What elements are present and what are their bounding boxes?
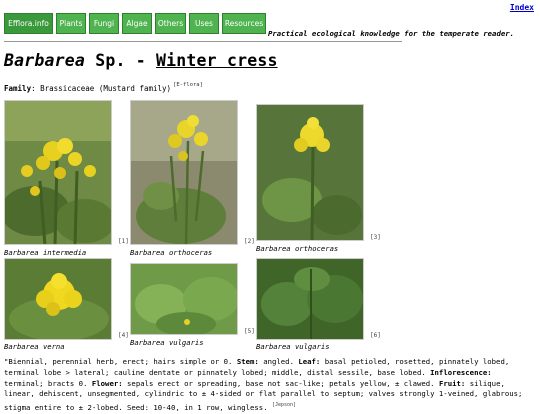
title-sp: Sp. - <box>85 51 157 70</box>
desc-intro: "Biennial, perennial herb, erect; hairs … <box>4 357 237 366</box>
desc-fruit-label: Fruit: <box>438 378 466 388</box>
plant-photo <box>5 101 111 244</box>
desc-inflorescence: terminal; bracts 0. <box>4 378 92 388</box>
photo-ref[interactable]: [5] <box>244 328 255 335</box>
photo-barbarea-intermedia[interactable] <box>4 100 112 245</box>
family-ref[interactable]: [E-flora] <box>173 82 203 88</box>
desc-inflorescence-label: Inflorescence: <box>430 367 492 377</box>
desc-flower: sepals erect or spreading, base not sac-… <box>122 378 439 388</box>
photo-caption: Barbarea orthoceras <box>256 244 339 253</box>
family-line: Family: Brassicaceae (Mustard family) [E-… <box>4 82 203 93</box>
title-common-name[interactable]: Winter cress <box>156 51 278 70</box>
plant-photo <box>131 264 237 334</box>
desc-stem: angled. <box>258 357 299 366</box>
desc-flower-label: Flower: <box>91 378 123 388</box>
photo-barbarea-vulgaris-1[interactable] <box>130 263 238 335</box>
page-title: Barbarea Sp. - Winter cress <box>4 51 278 70</box>
photo-ref[interactable]: [4] <box>118 332 129 339</box>
photo-barbarea-verna[interactable] <box>4 258 112 340</box>
desc-leaf-label: Leaf: <box>298 357 321 366</box>
desc-ref[interactable]: [Jepson] <box>272 402 296 408</box>
plant-photo <box>257 259 363 339</box>
nav-resources[interactable]: Resources <box>222 13 266 34</box>
nav-algae[interactable]: Algae <box>122 13 152 34</box>
family-value: Brassicaceae (Mustard family) <box>35 84 172 93</box>
photo-ref[interactable]: [3] <box>370 234 381 241</box>
nav-uses[interactable]: Uses <box>189 13 219 34</box>
plant-photo <box>131 101 237 244</box>
site-tagline: Practical ecological knowledge for the t… <box>268 29 515 38</box>
top-nav: Efflora.info Plants Fungi Algae Others U… <box>4 13 266 34</box>
photo-barbarea-vulgaris-2[interactable] <box>256 258 364 340</box>
title-genus: Barbarea <box>4 51 86 70</box>
plant-photo <box>5 259 111 339</box>
photo-caption: Barbarea orthoceras <box>130 248 213 257</box>
nav-fungi[interactable]: Fungi <box>89 13 119 34</box>
nav-others[interactable]: Others <box>155 13 186 34</box>
photo-barbarea-orthoceras-1[interactable] <box>130 100 238 245</box>
index-link[interactable]: Index <box>510 3 534 12</box>
desc-stem-label: Stem: <box>236 357 259 366</box>
photo-ref[interactable]: [1] <box>118 238 129 245</box>
family-label: Family <box>4 84 32 93</box>
photo-caption: Barbarea vulgaris <box>256 342 330 351</box>
photo-caption: Barbarea intermedia <box>4 248 87 257</box>
nav-plants[interactable]: Plants <box>56 13 86 34</box>
photo-caption: Barbarea vulgaris <box>130 338 204 347</box>
photo-barbarea-orthoceras-2[interactable] <box>256 104 364 241</box>
nav-efflora[interactable]: Efflora.info <box>4 13 53 34</box>
photo-ref[interactable]: [6] <box>370 332 381 339</box>
species-description: "Biennial, perennial herb, erect; hairs … <box>4 357 534 414</box>
plant-photo <box>257 105 363 240</box>
header-divider <box>4 41 402 42</box>
photo-ref[interactable]: [2] <box>244 238 255 245</box>
photo-caption: Barbarea verna <box>4 342 65 351</box>
